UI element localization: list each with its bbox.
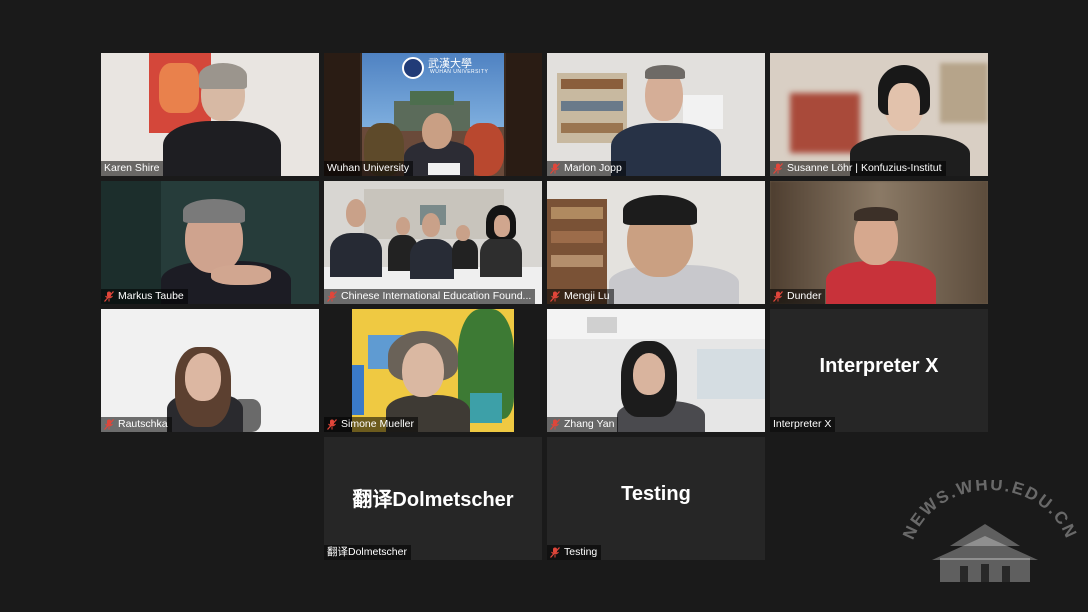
video-feed (770, 181, 988, 304)
muted-microphone-icon (104, 419, 114, 430)
muted-microphone-icon (773, 163, 783, 174)
participant-name: 翻译Dolmetscher (324, 545, 411, 560)
participant-display-name: 翻译Dolmetscher (352, 489, 514, 511)
video-feed (324, 181, 542, 304)
video-grid: Karen Shire 武漢大學 WUHAN UNIVERSITY Wuhan … (101, 53, 988, 560)
video-tile-zhang-yan[interactable]: Zhang Yan (547, 309, 765, 432)
video-tile-dolmetscher[interactable]: 翻译Dolmetscher 翻译Dolmetscher (324, 437, 542, 560)
participant-name: Dunder (770, 289, 826, 304)
video-feed (101, 309, 319, 432)
muted-microphone-icon (327, 291, 337, 302)
participant-name: Karen Shire (101, 161, 164, 176)
participant-name: Mengji Lu (547, 289, 614, 304)
video-feed (101, 53, 319, 176)
video-tile-susanne-lohr[interactable]: Susanne Löhr | Konfuzius-Institut (770, 53, 988, 176)
video-feed (770, 53, 988, 176)
video-feed (324, 309, 542, 432)
video-tile-wuhan-university[interactable]: 武漢大學 WUHAN UNIVERSITY Wuhan University (324, 53, 542, 176)
participant-name: Chinese International Education Found... (324, 289, 536, 304)
video-feed (547, 309, 765, 432)
participant-name: Simone Mueller (324, 417, 418, 432)
participant-name: Marlon Jopp (547, 161, 626, 176)
participant-name: Rautschka (101, 417, 172, 432)
muted-microphone-icon (327, 419, 337, 430)
video-feed (547, 53, 765, 176)
university-logo (402, 57, 424, 79)
video-tile-markus-taube[interactable]: Markus Taube (101, 181, 319, 304)
muted-microphone-icon (550, 547, 560, 558)
video-tile-interpreter-x[interactable]: Interpreter X Interpreter X (770, 309, 988, 432)
participant-name: Zhang Yan (547, 417, 619, 432)
muted-microphone-icon (550, 163, 560, 174)
video-tile-dunder[interactable]: Dunder (770, 181, 988, 304)
muted-microphone-icon (773, 291, 783, 302)
muted-microphone-icon (550, 419, 560, 430)
video-tile-karen-shire[interactable]: Karen Shire (101, 53, 319, 176)
muted-microphone-icon (550, 291, 560, 302)
university-subtitle: WUHAN UNIVERSITY (430, 69, 489, 75)
participant-name: Testing (547, 545, 602, 560)
video-tile-rautschka[interactable]: Rautschka (101, 309, 319, 432)
participant-name: Markus Taube (101, 289, 188, 304)
participant-name: Wuhan University (324, 161, 414, 176)
video-tile-marlon-jopp[interactable]: Marlon Jopp (547, 53, 765, 176)
muted-microphone-icon (104, 291, 114, 302)
participant-name: Susanne Löhr | Konfuzius-Institut (770, 161, 946, 176)
video-tile-mengji-lu[interactable]: Mengji Lu (547, 181, 765, 304)
building-icon (932, 524, 1038, 582)
news-whu-watermark: NEWS.WHU.EDU.CN (900, 480, 1079, 582)
participant-name: Interpreter X (770, 417, 836, 432)
video-feed (101, 181, 319, 304)
participant-display-name: Interpreter X (819, 355, 939, 377)
video-tile-chinese-international-education-foundation[interactable]: Chinese International Education Found... (324, 181, 542, 304)
video-tile-testing[interactable]: Testing Testing (547, 437, 765, 560)
video-feed (547, 181, 765, 304)
video-feed: 武漢大學 WUHAN UNIVERSITY (324, 53, 542, 176)
participant-display-name: Testing (621, 483, 691, 505)
video-tile-simone-mueller[interactable]: Simone Mueller (324, 309, 542, 432)
